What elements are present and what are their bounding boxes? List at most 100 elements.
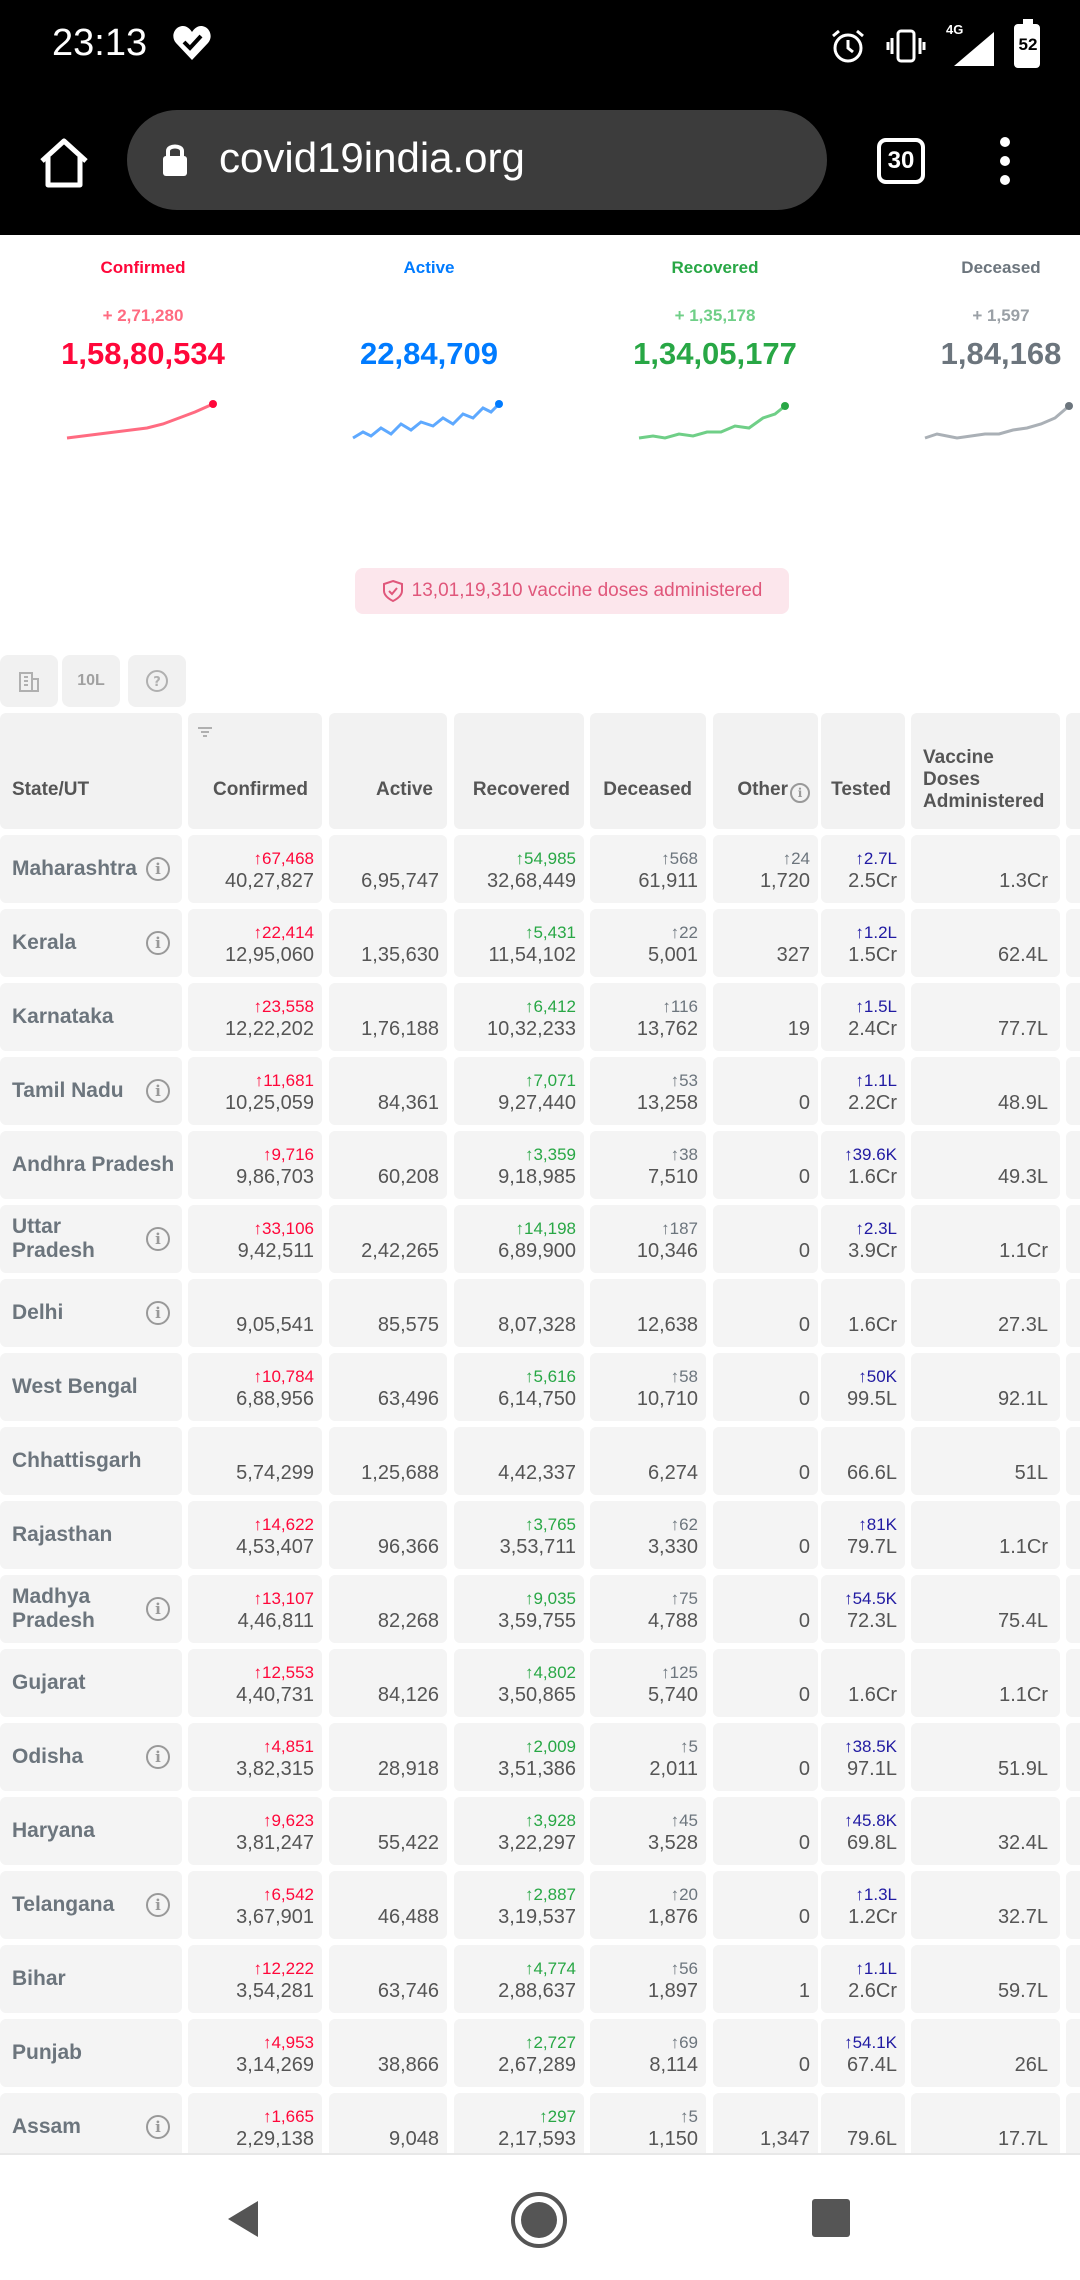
info-icon[interactable]: i	[146, 1079, 170, 1103]
delta-value: ↑1.5L	[855, 997, 897, 1017]
up-arrow-icon: ↑	[670, 1515, 680, 1534]
tab-switcher-button[interactable]: 30	[877, 138, 925, 184]
table-row[interactable]: Punjab ↑4,953 3,14,269 38,866 ↑2,727 2,67,289…	[0, 2019, 1080, 2087]
info-icon[interactable]: i	[146, 2115, 170, 2139]
state-cell[interactable]: Uttar Pradesh i	[0, 1205, 182, 1273]
delta-value: ↑7,071	[525, 1071, 576, 1091]
state-cell[interactable]: Andhra Pradesh	[0, 1131, 182, 1199]
info-icon[interactable]: i	[146, 1597, 170, 1621]
data-cell: 1,35,630	[329, 909, 447, 977]
delta-value: ↑67,468	[254, 849, 315, 869]
header-active[interactable]: Active	[329, 713, 447, 829]
delta-value: ↑58	[671, 1367, 698, 1387]
header-label: Active	[375, 779, 433, 800]
header-vaccine[interactable]: Vaccine Doses Administered	[911, 713, 1060, 829]
table-row[interactable]: Odisha i ↑4,851 3,82,315 28,918 ↑2,009 3,51,38…	[0, 1723, 1080, 1791]
table-row[interactable]: Uttar Pradesh i ↑33,106 9,42,511 2,42,265 ↑14,…	[0, 1205, 1080, 1273]
data-cell: 4,42,337	[454, 1427, 584, 1495]
back-icon[interactable]	[222, 2197, 266, 2241]
state-cell[interactable]: Kerala i	[0, 909, 182, 977]
table-row[interactable]: Tamil Nadu i ↑11,681 10,25,059 84,361 ↑7,071 9…	[0, 1057, 1080, 1125]
delta-text: 81K	[866, 1515, 897, 1534]
header-state[interactable]: State/UT	[0, 713, 182, 829]
info-icon[interactable]: i	[146, 1893, 170, 1917]
data-cell: 84,126	[329, 1649, 447, 1717]
state-cell[interactable]: West Bengal	[0, 1353, 182, 1421]
cell-value: 9,18,985	[498, 1166, 576, 1188]
info-icon[interactable]: i	[146, 1745, 170, 1769]
header-other[interactable]: Other i	[713, 713, 818, 829]
stat-recovered[interactable]: Recovered + 1,35,178 1,34,05,177	[572, 258, 858, 444]
header-deceased[interactable]: Deceased	[590, 713, 706, 829]
delta-value: ↑53	[671, 1071, 698, 1091]
state-cell[interactable]: Assam i	[0, 2093, 182, 2153]
cell-value: 9,42,511	[237, 1240, 314, 1262]
state-cell[interactable]: Karnataka	[0, 983, 182, 1051]
state-cell[interactable]: Punjab	[0, 2019, 182, 2087]
table-row[interactable]: Chhattisgarh 5,74,299 1,25,688 4,42,337 6,27…	[0, 1427, 1080, 1495]
table-row[interactable]: Andhra Pradesh ↑9,716 9,86,703 60,208 ↑3,359…	[0, 1131, 1080, 1199]
help-button[interactable]: ?	[128, 655, 186, 707]
up-arrow-icon: ↑	[539, 2107, 548, 2126]
up-arrow-icon: ↑	[680, 1737, 689, 1756]
per-million-toggle-button[interactable]: 10L	[62, 655, 120, 707]
cell-value: 48.9L	[997, 1092, 1048, 1114]
state-cell[interactable]: Madhya Pradesh i	[0, 1575, 182, 1643]
info-icon[interactable]: i	[146, 1227, 170, 1251]
up-arrow-icon: ↑	[670, 1071, 680, 1090]
table-row[interactable]: Madhya Pradesh i ↑13,107 4,46,811 82,268 ↑9,03…	[0, 1575, 1080, 1643]
table-row[interactable]: Maharashtra i ↑67,468 40,27,827 6,95,747 ↑54,…	[0, 835, 1080, 903]
overflow-cell	[1066, 2019, 1080, 2087]
table-row[interactable]: Gujarat ↑12,553 4,40,731 84,126 ↑4,802 3,50,8…	[0, 1649, 1080, 1717]
info-icon[interactable]: i	[146, 931, 170, 955]
state-cell[interactable]: Gujarat	[0, 1649, 182, 1717]
table-row[interactable]: Haryana ↑9,623 3,81,247 55,422 ↑3,928 3,22,29…	[0, 1797, 1080, 1865]
recents-icon[interactable]	[810, 2197, 852, 2239]
delta-text: 50K	[866, 1367, 897, 1386]
data-cell: ↑38 7,510	[590, 1131, 706, 1199]
data-cell: ↑38.5K 97.1L	[821, 1723, 905, 1791]
state-cell[interactable]: Rajasthan	[0, 1501, 182, 1569]
cell-value: 4,42,337	[498, 1462, 576, 1484]
header-confirmed[interactable]: Confirmed	[188, 713, 322, 829]
cell-value: 0	[798, 1684, 810, 1706]
table-row[interactable]: Delhi i 9,05,541 85,575 8,07,328 12,638 0 1.6Cr…	[0, 1279, 1080, 1347]
stat-deceased[interactable]: Deceased + 1,597 1,84,168	[858, 258, 1080, 444]
cell-value: 2,88,637	[498, 1980, 576, 2002]
table-row[interactable]: Rajasthan ↑14,622 4,53,407 96,366 ↑3,765 3,53…	[0, 1501, 1080, 1569]
state-cell[interactable]: Bihar	[0, 1945, 182, 2013]
info-icon[interactable]: i	[146, 857, 170, 881]
header-tested[interactable]: Tested	[821, 713, 905, 829]
data-cell: ↑2.3L 3.9Cr	[821, 1205, 905, 1273]
sort-icon[interactable]	[198, 721, 212, 737]
table-row[interactable]: Assam i ↑1,665 2,29,138 9,048 ↑297 2,17,593 ↑5 1…	[0, 2093, 1080, 2153]
delta-text: 4,802	[533, 1663, 576, 1682]
state-cell[interactable]: Maharashtra i	[0, 835, 182, 903]
home-icon[interactable]	[36, 135, 92, 191]
data-cell: 77.7L	[911, 983, 1060, 1051]
info-icon[interactable]: i	[790, 783, 810, 803]
delta-text: 62	[679, 1515, 698, 1534]
state-cell[interactable]: Haryana	[0, 1797, 182, 1865]
home-nav-icon[interactable]	[510, 2191, 568, 2249]
table-row[interactable]: Kerala i ↑22,414 12,95,060 1,35,630 ↑5,431 11,…	[0, 909, 1080, 977]
state-cell[interactable]: Chhattisgarh	[0, 1427, 182, 1495]
header-recovered[interactable]: Recovered	[454, 713, 584, 829]
table-row[interactable]: West Bengal ↑10,784 6,88,956 63,496 ↑5,616 6,…	[0, 1353, 1080, 1421]
data-cell: ↑3,765 3,53,711	[454, 1501, 584, 1569]
info-icon[interactable]: i	[146, 1301, 170, 1325]
address-bar[interactable]: covid19india.org	[127, 110, 827, 210]
state-cell[interactable]: Telangana i	[0, 1871, 182, 1939]
table-row[interactable]: Karnataka ↑23,558 12,22,202 1,76,188 ↑6,412 1…	[0, 983, 1080, 1051]
state-cell[interactable]: Tamil Nadu i	[0, 1057, 182, 1125]
data-cell: ↑20 1,876	[590, 1871, 706, 1939]
state-cell[interactable]: Delhi i	[0, 1279, 182, 1347]
stat-confirmed[interactable]: Confirmed + 2,71,280 1,58,80,534	[0, 258, 286, 444]
state-cell[interactable]: Odisha i	[0, 1723, 182, 1791]
overflow-menu-icon[interactable]	[990, 137, 1020, 193]
stat-active[interactable]: Active 22,84,709	[286, 258, 572, 444]
up-arrow-icon: ↑	[670, 1811, 680, 1830]
district-toggle-button[interactable]	[0, 655, 58, 707]
table-row[interactable]: Telangana i ↑6,542 3,67,901 46,488 ↑2,887 3,19…	[0, 1871, 1080, 1939]
table-row[interactable]: Bihar ↑12,222 3,54,281 63,746 ↑4,774 2,88,637…	[0, 1945, 1080, 2013]
